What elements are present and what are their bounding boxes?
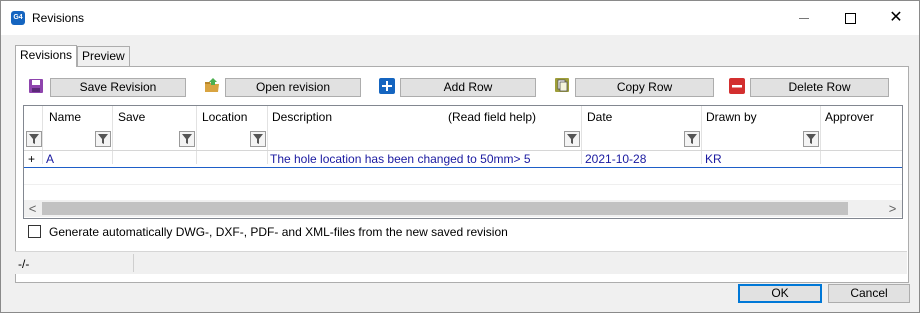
minimize-button[interactable] <box>781 1 827 35</box>
delete-row-button[interactable]: Delete Row <box>750 78 889 97</box>
auto-generate-checkbox[interactable] <box>28 225 41 238</box>
filter-icon[interactable] <box>26 131 42 147</box>
row-marker: + <box>28 152 36 166</box>
tab-revisions[interactable]: Revisions <box>15 45 78 67</box>
row-separator <box>24 184 902 185</box>
revisions-grid[interactable]: Name Save Location Description (Read fie… <box>23 105 903 219</box>
title-bar: G4 Revisions ✕ <box>1 1 919 35</box>
scroll-right-icon[interactable]: > <box>884 200 901 217</box>
table-row[interactable]: + A The hole location has been changed t… <box>24 151 902 168</box>
open-folder-icon <box>205 78 219 92</box>
filter-icon[interactable] <box>564 131 580 147</box>
copy-icon <box>555 78 569 92</box>
filter-icon[interactable] <box>95 131 111 147</box>
add-icon <box>379 78 395 94</box>
filter-row <box>24 128 902 151</box>
add-row-button[interactable]: Add Row <box>400 78 536 97</box>
column-header-date[interactable]: Date <box>587 110 612 124</box>
copy-row-button[interactable]: Copy Row <box>575 78 714 97</box>
column-header-approver[interactable]: Approver <box>825 110 874 124</box>
column-header-description[interactable]: Description <box>272 110 332 124</box>
auto-generate-label[interactable]: Generate automatically DWG-, DXF-, PDF- … <box>49 225 508 239</box>
column-header-location[interactable]: Location <box>202 110 247 124</box>
filter-icon[interactable] <box>250 131 266 147</box>
cell-date[interactable]: 2021-10-28 <box>585 152 646 166</box>
column-header-name[interactable]: Name <box>49 110 81 124</box>
open-revision-button[interactable]: Open revision <box>225 78 361 97</box>
status-bar: -/- <box>15 251 907 274</box>
column-header-drawn-by[interactable]: Drawn by <box>706 110 757 124</box>
filter-icon[interactable] <box>684 131 700 147</box>
cell-name[interactable]: A <box>46 152 54 166</box>
delete-icon <box>729 78 745 94</box>
filter-icon[interactable] <box>179 131 195 147</box>
tab-preview[interactable]: Preview <box>77 46 130 66</box>
status-divider <box>133 254 134 272</box>
scroll-thumb[interactable] <box>42 202 848 215</box>
scroll-left-icon[interactable]: < <box>24 200 41 217</box>
cell-description[interactable]: The hole location has been changed to 50… <box>270 152 531 166</box>
revisions-window: G4 Revisions ✕ Revisions Preview Save Re… <box>0 0 920 313</box>
save-revision-button[interactable]: Save Revision <box>50 78 186 97</box>
app-icon: G4 <box>11 11 25 25</box>
window-title: Revisions <box>32 11 85 25</box>
close-button[interactable]: ✕ <box>873 1 919 35</box>
filter-icon[interactable] <box>803 131 819 147</box>
column-header-save[interactable]: Save <box>118 110 145 124</box>
status-text: -/- <box>18 257 30 271</box>
ok-button[interactable]: OK <box>738 284 822 303</box>
cell-drawn-by[interactable]: KR <box>705 152 722 166</box>
horizontal-scrollbar[interactable]: < > <box>24 200 902 217</box>
save-icon <box>29 79 43 93</box>
cancel-button[interactable]: Cancel <box>828 284 910 303</box>
maximize-button[interactable] <box>827 1 873 35</box>
column-header-help: (Read field help) <box>448 110 537 124</box>
